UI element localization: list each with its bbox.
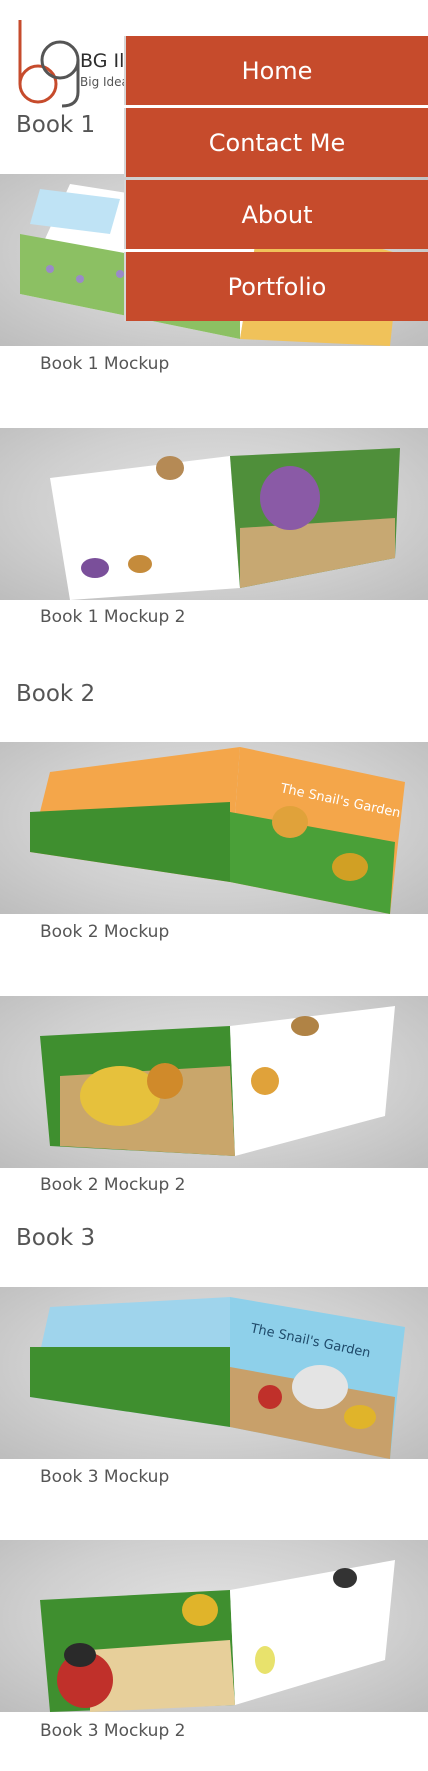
menu-item-home[interactable]: Home (124, 36, 428, 105)
menu-item-about[interactable]: About (124, 180, 428, 249)
menu-item-contact[interactable]: Contact Me (124, 108, 428, 177)
book-mockup-image[interactable] (0, 428, 428, 600)
mockup-caption: Book 1 Mockup (40, 354, 170, 374)
menu-item-portfolio[interactable]: Portfolio (124, 252, 428, 321)
book-heading: Book 2 (16, 681, 96, 707)
mockup-caption: Book 2 Mockup (40, 922, 170, 942)
book-heading: Book 3 (16, 1225, 96, 1251)
mockup-illustration-icon (40, 1006, 395, 1156)
mockup-illustration-icon (50, 448, 400, 600)
book-mockup-image[interactable]: The Snail's Garden (0, 742, 428, 914)
book-mockup-image[interactable]: The Snail's Garden (0, 1287, 428, 1459)
mockup-caption: Book 1 Mockup 2 (40, 607, 186, 627)
book-mockup-image[interactable] (0, 996, 428, 1168)
mockup-caption: Book 3 Mockup 2 (40, 1721, 186, 1741)
navigation-menu: Home Contact Me About Portfolio (124, 36, 428, 324)
mockup-illustration-icon: The Snail's Garden (30, 1297, 405, 1459)
book-mockup-image[interactable] (0, 1540, 428, 1712)
mockup-illustration-icon: The Snail's Garden (30, 747, 405, 914)
mockup-caption: Book 3 Mockup (40, 1467, 170, 1487)
mockup-illustration-icon (40, 1560, 395, 1712)
mockup-caption: Book 2 Mockup 2 (40, 1175, 186, 1195)
brand-logo-icon[interactable] (12, 14, 82, 108)
book-heading: Book 1 (16, 112, 96, 138)
